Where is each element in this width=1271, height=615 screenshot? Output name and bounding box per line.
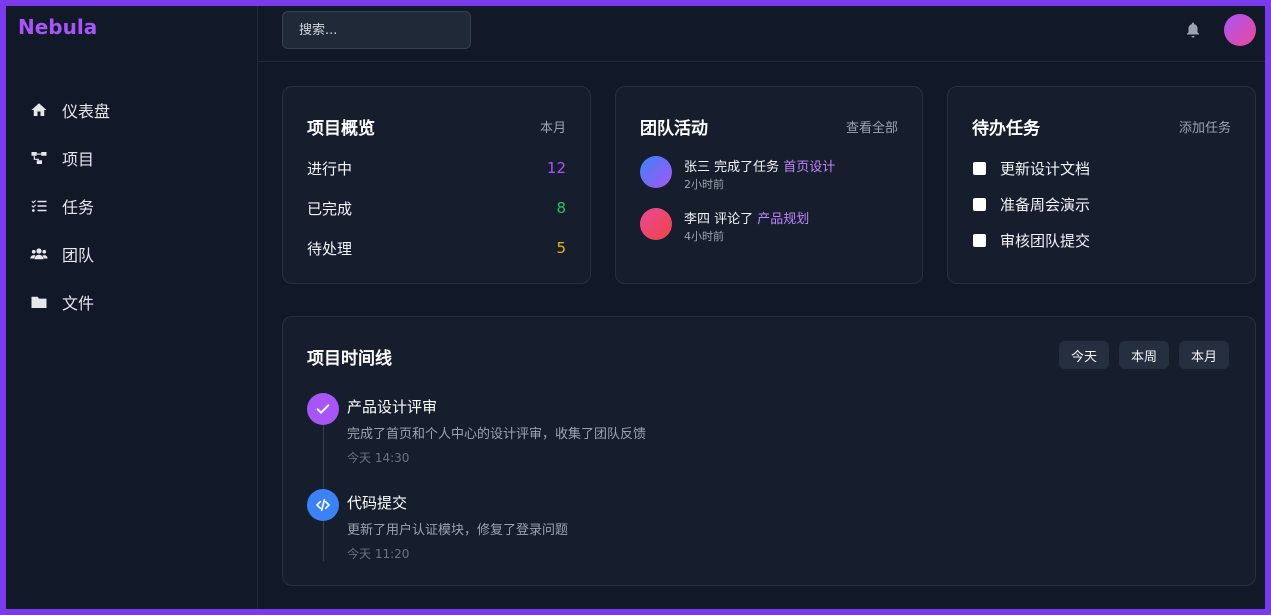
sidebar-item-projects[interactable]: 项目	[6, 134, 258, 182]
sidebar-item-team[interactable]: 团队	[6, 230, 258, 278]
todo-label: 准备周会演示	[1000, 195, 1091, 214]
code-icon	[307, 489, 339, 521]
project-diagram-icon	[29, 148, 49, 168]
home-icon	[29, 100, 49, 120]
sidebar-item-label: 仪表盘	[62, 102, 111, 121]
avatar	[640, 208, 672, 240]
sidebar-item-label: 任务	[62, 198, 95, 217]
todo-item: 更新设计文档	[973, 157, 1090, 179]
stat-label: 已完成	[307, 199, 353, 218]
todo-item: 准备周会演示	[973, 193, 1090, 215]
sidebar-item-label: 项目	[62, 150, 95, 169]
activity-time: 2小时前	[684, 178, 724, 191]
activity-description: 李四 评论了	[684, 212, 754, 227]
sidebar-item-label: 文件	[62, 294, 95, 313]
activity-time: 4小时前	[684, 230, 724, 243]
activity-item: 张三 完成了任务 首页设计 2小时前	[640, 156, 902, 196]
activity-link[interactable]: 首页设计	[783, 160, 835, 175]
sidebar-item-label: 团队	[62, 246, 95, 265]
team-activity-card: 团队活动 查看全部 张三 完成了任务 首页设计 2小时前 李四 评论了 产品规划…	[615, 86, 923, 284]
brand-logo[interactable]: Nebula	[18, 15, 97, 39]
activity-text: 李四 评论了 产品规划	[684, 208, 809, 227]
search-input[interactable]	[282, 11, 471, 49]
check-icon	[307, 393, 339, 425]
filter-today-button[interactable]: 今天	[1059, 341, 1110, 369]
folder-icon	[29, 292, 49, 312]
activity-description: 张三 完成了任务	[684, 160, 780, 175]
app-window: Nebula 仪表盘 项目 任务 团队 文件 搜索... 项目概览 本月 进行中…	[6, 6, 1265, 609]
timeline-event-title: 代码提交	[347, 494, 408, 512]
user-avatar[interactable]	[1224, 14, 1256, 46]
timeline-event-title: 产品设计评审	[347, 398, 438, 416]
add-task-button[interactable]: 添加任务	[1179, 117, 1231, 136]
sidebar-item-tasks[interactable]: 任务	[6, 182, 258, 230]
project-overview-card: 项目概览 本月 进行中 12 已完成 8 待处理 5	[282, 86, 591, 284]
stat-value: 8	[556, 199, 566, 217]
todo-card: 待办任务 添加任务 更新设计文档 准备周会演示 审核团队提交	[947, 86, 1256, 284]
avatar	[640, 156, 672, 188]
activity-text: 张三 完成了任务 首页设计	[684, 156, 835, 175]
sidebar-nav: 仪表盘 项目 任务 团队 文件	[6, 86, 258, 326]
activity-item: 李四 评论了 产品规划 4小时前	[640, 208, 902, 248]
todo-label: 更新设计文档	[1000, 159, 1091, 178]
sidebar: Nebula 仪表盘 项目 任务 团队 文件	[6, 6, 258, 609]
card-title: 待办任务	[972, 119, 1040, 139]
period-selector[interactable]: 本月	[540, 117, 566, 136]
stat-label: 待处理	[307, 239, 353, 258]
timeline-event-description: 完成了首页和个人中心的设计评审，收集了团队反馈	[347, 427, 647, 442]
filter-week-button[interactable]: 本周	[1119, 341, 1170, 369]
top-bar	[258, 6, 1265, 62]
todo-item: 审核团队提交	[973, 229, 1090, 251]
todo-checkbox[interactable]	[973, 233, 986, 247]
timeline-event-time: 今天 11:20	[347, 547, 410, 561]
filter-month-button[interactable]: 本月	[1179, 341, 1230, 369]
card-title: 团队活动	[640, 119, 708, 139]
timeline-event-description: 更新了用户认证模块，修复了登录问题	[347, 523, 569, 538]
todo-label: 审核团队提交	[1000, 231, 1091, 250]
activity-link[interactable]: 产品规划	[757, 212, 809, 227]
bell-icon[interactable]	[1184, 20, 1202, 40]
stat-row-in-progress: 进行中 12	[307, 156, 566, 180]
card-title: 项目概览	[307, 119, 375, 139]
stat-row-pending: 待处理 5	[307, 236, 566, 260]
sidebar-item-dashboard[interactable]: 仪表盘	[6, 86, 258, 134]
todo-checkbox[interactable]	[973, 197, 986, 211]
stat-row-completed: 已完成 8	[307, 196, 566, 220]
sidebar-item-files[interactable]: 文件	[6, 278, 258, 326]
stat-value: 12	[546, 159, 566, 177]
todo-checkbox[interactable]	[973, 161, 986, 175]
stat-value: 5	[556, 239, 566, 257]
users-icon	[29, 244, 49, 264]
card-title: 项目时间线	[307, 349, 392, 369]
stat-label: 进行中	[307, 159, 353, 178]
tasks-icon	[29, 196, 49, 216]
project-timeline-card: 项目时间线 今天 本周 本月 产品设计评审 完成了首页和个人中心的设计评审，收集…	[282, 316, 1256, 586]
timeline-event-time: 今天 14:30	[347, 451, 410, 465]
view-all-link[interactable]: 查看全部	[846, 117, 898, 136]
